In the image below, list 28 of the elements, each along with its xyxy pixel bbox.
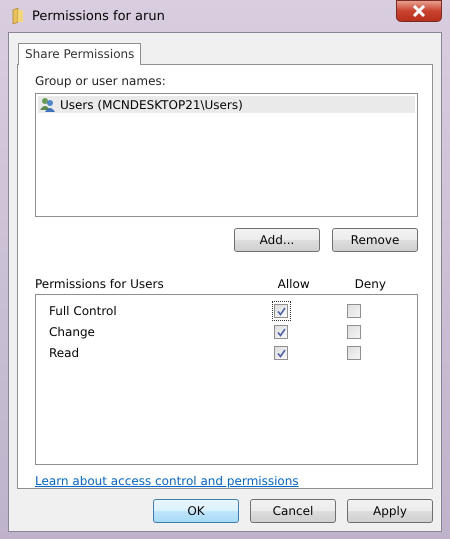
users-icon xyxy=(40,97,56,112)
permissions-label: Permissions for Users xyxy=(35,276,164,291)
checkbox[interactable] xyxy=(346,346,361,360)
folder-icon xyxy=(12,8,24,24)
help-link[interactable]: Learn about access control and permissions xyxy=(35,474,299,488)
close-icon xyxy=(412,5,426,17)
checkbox[interactable] xyxy=(274,304,288,318)
column-header: Deny xyxy=(354,276,386,291)
close-button[interactable] xyxy=(396,0,442,22)
permission-name: Full Control xyxy=(48,304,118,318)
checkbox[interactable] xyxy=(274,346,288,360)
permission-name: Change xyxy=(48,325,96,340)
column-header: Allow xyxy=(278,276,310,291)
dialog-button[interactable]: Cancel xyxy=(250,499,336,523)
permission-name: Read xyxy=(48,346,80,360)
checkbox[interactable] xyxy=(274,325,288,340)
checkbox[interactable] xyxy=(346,304,361,318)
window-title: Permissions for arun xyxy=(32,8,166,24)
dialog-button[interactable]: OK xyxy=(153,499,239,523)
dialog-button[interactable]: Add... xyxy=(234,228,320,252)
dialog-button[interactable]: Remove xyxy=(332,228,418,252)
checkbox[interactable] xyxy=(346,325,361,340)
tab[interactable]: Share Permissions xyxy=(18,43,142,65)
user-item[interactable]: Users (MCNDESKTOP21\Users) xyxy=(38,96,415,113)
group-label: Group or user names: xyxy=(35,74,167,88)
user-list[interactable]: Users (MCNDESKTOP21\Users) xyxy=(35,93,418,217)
dialog-button[interactable]: Apply xyxy=(347,499,433,523)
user-name: Users (MCNDESKTOP21\Users) xyxy=(60,98,243,112)
